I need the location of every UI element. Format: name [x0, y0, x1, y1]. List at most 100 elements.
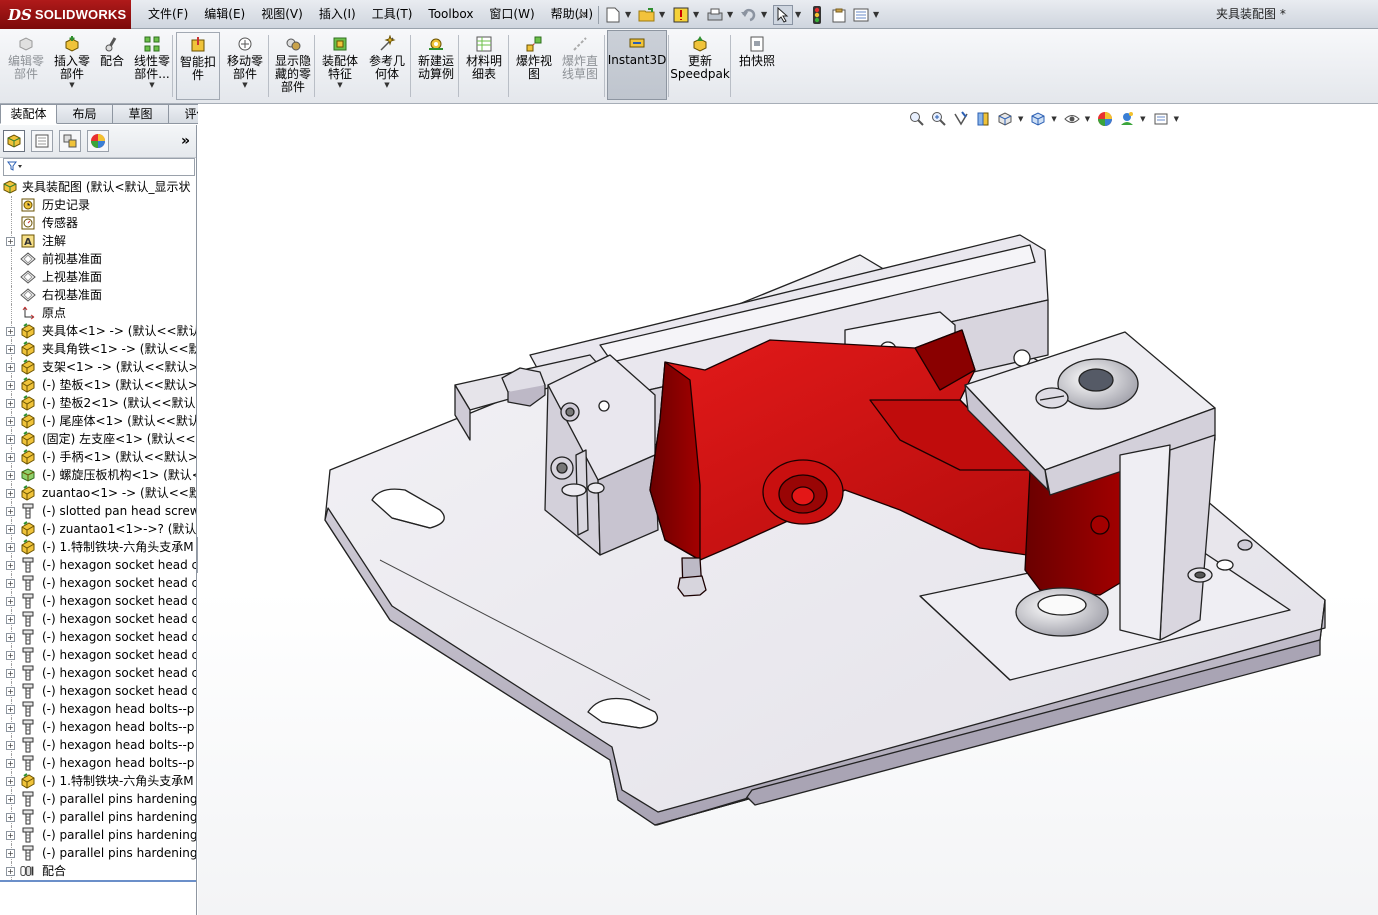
cmd-instant3d-button[interactable]: Instant3D [607, 30, 667, 100]
menu-item-5[interactable]: Toolbox [420, 0, 481, 29]
options-dropdown-arrow[interactable]: ▼ [873, 10, 881, 19]
tree-node[interactable]: + (-) hexagon socket head c [0, 646, 196, 664]
print-icon[interactable] [705, 5, 725, 25]
cmd-assembly-features-button[interactable]: 装配体 特征 ▼ [318, 32, 362, 100]
graphics-area[interactable]: ▼ ▼ ▼ ▼ ▼ [198, 104, 1378, 915]
menu-item-0[interactable]: 文件(F) [140, 0, 196, 29]
tree-node[interactable]: + (-) hexagon head bolts--p [0, 700, 196, 718]
expand-toggle-icon[interactable]: + [6, 525, 15, 534]
cmd-speedpak-button[interactable]: 更新 Speedpak [670, 32, 730, 100]
cmd-show-hidden-button[interactable]: 显示隐 藏的零 部件 [272, 32, 314, 100]
expand-toggle-icon[interactable]: + [6, 453, 15, 462]
cmd-mate-button[interactable]: 配合 [96, 32, 128, 100]
tab-1[interactable]: 布局 [57, 104, 113, 124]
expand-toggle-icon[interactable]: + [6, 561, 15, 570]
expand-toggle-icon[interactable]: + [6, 705, 15, 714]
tree-node[interactable]: + (-) hexagon socket head c [0, 556, 196, 574]
displaymanager-tab-icon[interactable] [87, 130, 109, 152]
tree-node[interactable]: + (-) slotted pan head screw [0, 502, 196, 520]
expand-toggle-icon[interactable]: + [6, 849, 15, 858]
tree-node[interactable]: + (-) 垫板<1> (默认<<默认>_ [0, 376, 196, 394]
dropdown-arrow-icon[interactable]: ▼ [337, 81, 342, 89]
propertymanager-tab-icon[interactable] [31, 130, 53, 152]
select-dropdown-arrow[interactable]: ▼ [795, 10, 803, 19]
tree-node[interactable]: + (-) hexagon socket head c [0, 574, 196, 592]
expand-toggle-icon[interactable]: + [6, 723, 15, 732]
tree-node[interactable]: + (-) parallel pins hardening [0, 826, 196, 844]
expand-toggle-icon[interactable]: + [6, 687, 15, 696]
expand-toggle-icon[interactable]: + [6, 651, 15, 660]
tree-node[interactable]: + (-) parallel pins hardening [0, 808, 196, 826]
cmd-edit-component-button[interactable]: 编辑零 部件 [4, 32, 48, 100]
panel-expand-toggle[interactable]: » [181, 133, 190, 149]
expand-toggle-icon[interactable]: + [6, 867, 15, 876]
menu-item-3[interactable]: 插入(I) [311, 0, 364, 29]
tree-node[interactable]: + (-) 手柄<1> (默认<<默认>_ [0, 448, 196, 466]
tree-node[interactable]: + (-) hexagon head bolts--p [0, 718, 196, 736]
cmd-insert-component-button[interactable]: 插入零 部件 ▼ [50, 32, 94, 100]
tree-root-assembly[interactable]: 夹具装配图 (默认<默认_显示状 [0, 178, 196, 196]
tree-node[interactable]: + (-) zuantao1<1>->? (默认< [0, 520, 196, 538]
expand-toggle-icon[interactable]: + [6, 345, 15, 354]
cmd-linear-pattern-button[interactable]: 线性零 部件... ▼ [130, 32, 174, 100]
expand-toggle-icon[interactable]: + [6, 831, 15, 840]
tree-node[interactable]: + (固定) 左支座<1> (默认<<默 [0, 430, 196, 448]
expand-toggle-icon[interactable]: + [6, 813, 15, 822]
expand-toggle-icon[interactable]: + [6, 399, 15, 408]
expand-toggle-icon[interactable]: + [6, 363, 15, 372]
tree-node[interactable]: 历史记录 [0, 196, 196, 214]
dropdown-arrow-icon[interactable]: ▼ [242, 81, 247, 89]
filter-icon[interactable] [7, 161, 23, 174]
expand-toggle-icon[interactable]: + [6, 471, 15, 480]
dropdown-arrow-icon[interactable]: ▼ [69, 81, 74, 89]
tree-node[interactable]: + (-) hexagon socket head c [0, 682, 196, 700]
tree-node[interactable]: 右视基准面 [0, 286, 196, 304]
open-folder-icon[interactable] [637, 5, 657, 25]
cmd-snapshot-button[interactable]: 拍快照 [735, 32, 779, 100]
expand-toggle-icon[interactable]: + [6, 579, 15, 588]
expand-toggle-icon[interactable]: + [6, 741, 15, 750]
configurationmanager-tab-icon[interactable] [59, 130, 81, 152]
undo-dropdown-arrow[interactable]: ▼ [761, 10, 769, 19]
tree-node[interactable]: + (-) hexagon head bolts--p [0, 736, 196, 754]
tree-node[interactable]: + 夹具角铁<1> -> (默认<<默 [0, 340, 196, 358]
expand-toggle-icon[interactable]: + [6, 489, 15, 498]
tree-node[interactable]: + (-) 垫板2<1> (默认<<默认> [0, 394, 196, 412]
file-properties-icon[interactable] [829, 5, 849, 25]
cmd-reference-geometry-button[interactable]: 参考几 何体 ▼ [366, 32, 408, 100]
tree-node[interactable]: 上视基准面 [0, 268, 196, 286]
tree-node[interactable]: + (-) 1.特制铁块-六角头支承M [0, 772, 196, 790]
traffic-light-icon[interactable] [807, 5, 827, 25]
expand-toggle-icon[interactable]: + [6, 327, 15, 336]
tree-node[interactable]: + (-) 1.特制铁块-六角头支承M [0, 538, 196, 556]
select-pointer-icon[interactable] [773, 4, 793, 25]
print-dropdown-arrow[interactable]: ▼ [727, 10, 735, 19]
featuremanager-tab-icon[interactable] [3, 130, 25, 152]
cmd-motion-study-button[interactable]: 新建运 动算例 [414, 32, 458, 100]
rebuild-dropdown-arrow[interactable]: ▼ [693, 10, 701, 19]
menu-item-4[interactable]: 工具(T) [364, 0, 421, 29]
expand-toggle-icon[interactable]: + [6, 777, 15, 786]
tree-node[interactable]: + (-) hexagon socket head c [0, 664, 196, 682]
assembly-model-viewport[interactable] [198, 104, 1378, 915]
tree-node[interactable]: 前视基准面 [0, 250, 196, 268]
tree-node[interactable]: + (-) hexagon socket head c [0, 592, 196, 610]
pin-menu-icon[interactable] [572, 5, 592, 25]
new-document-icon[interactable] [603, 5, 623, 25]
tab-0[interactable]: 装配体 [0, 104, 57, 124]
tree-node[interactable]: + (-) hexagon socket head c [0, 610, 196, 628]
expand-toggle-icon[interactable]: + [6, 543, 15, 552]
menu-item-6[interactable]: 窗口(W) [481, 0, 542, 29]
expand-toggle-icon[interactable]: + [6, 669, 15, 678]
tree-node[interactable]: + (-) hexagon socket head c [0, 628, 196, 646]
tree-filter[interactable] [3, 158, 195, 176]
rollback-bar[interactable] [0, 880, 196, 882]
tree-node[interactable]: 原点 [0, 304, 196, 322]
cmd-exploded-view-button[interactable]: 爆炸视 图 [512, 32, 556, 100]
tree-node[interactable]: + (-) 螺旋压板机构<1> (默认< [0, 466, 196, 484]
rebuild-icon[interactable] [671, 5, 691, 25]
undo-icon[interactable] [739, 5, 759, 25]
expand-toggle-icon[interactable]: + [6, 435, 15, 444]
tree-node[interactable]: + (-) 尾座体<1> (默认<<默认 [0, 412, 196, 430]
tree-node[interactable]: + 支架<1> -> (默认<<默认>_ [0, 358, 196, 376]
